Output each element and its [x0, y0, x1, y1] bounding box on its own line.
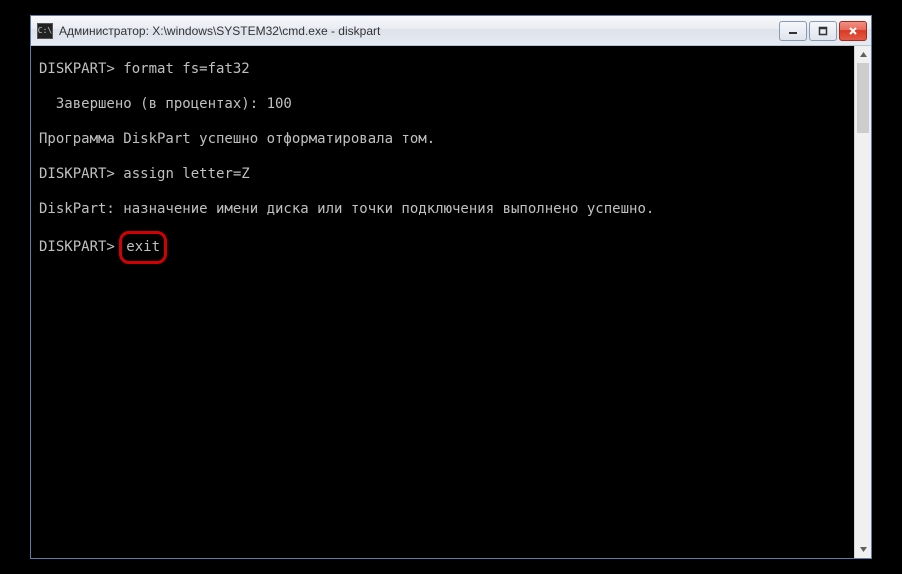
output-text: Программа DiskPart успешно отформатирова… — [39, 131, 435, 147]
blank-line — [39, 223, 846, 231]
window-controls — [779, 21, 867, 41]
terminal-line: DISKPART> exit — [39, 231, 846, 264]
scrollbar[interactable] — [854, 46, 871, 558]
titlebar[interactable]: C:\ Администратор: X:\windows\SYSTEM32\c… — [31, 16, 871, 46]
terminal-line: DiskPart: назначение имени диска или точ… — [39, 196, 846, 223]
blank-line — [39, 83, 846, 91]
scroll-up-button[interactable] — [855, 46, 871, 63]
command: assign letter=Z — [123, 166, 249, 182]
maximize-button[interactable] — [809, 21, 837, 41]
window: C:\ Администратор: X:\windows\SYSTEM32\c… — [30, 15, 872, 559]
client-area: DISKPART> format fs=fat32 Завершено (в п… — [31, 46, 871, 558]
command: format fs=fat32 — [123, 61, 249, 77]
blank-line — [39, 118, 846, 126]
scroll-down-button[interactable] — [855, 541, 871, 558]
terminal-line: DISKPART> format fs=fat32 — [39, 56, 846, 83]
terminal-line: DISKPART> assign letter=Z — [39, 161, 846, 188]
blank-line — [39, 188, 846, 196]
prompt: DISKPART> — [39, 61, 123, 77]
prompt: DISKPART> — [39, 166, 123, 182]
blank-line — [39, 153, 846, 161]
minimize-button[interactable] — [779, 21, 807, 41]
cmd-icon: C:\ — [37, 23, 53, 39]
command-highlighted: exit — [119, 231, 167, 264]
scrollbar-thumb[interactable] — [857, 63, 869, 133]
prompt: DISKPART> — [39, 239, 123, 255]
cmd-icon-text: C:\ — [38, 26, 52, 35]
terminal[interactable]: DISKPART> format fs=fat32 Завершено (в п… — [31, 46, 854, 558]
window-title: Администратор: X:\windows\SYSTEM32\cmd.e… — [59, 24, 779, 38]
terminal-line: Завершено (в процентах): 100 — [39, 91, 846, 118]
output-text: Завершено (в процентах): 100 — [39, 96, 292, 112]
terminal-line: Программа DiskPart успешно отформатирова… — [39, 126, 846, 153]
output-text: DiskPart: назначение имени диска или точ… — [39, 201, 654, 217]
scrollbar-track[interactable] — [855, 63, 871, 541]
close-button[interactable] — [839, 21, 867, 41]
